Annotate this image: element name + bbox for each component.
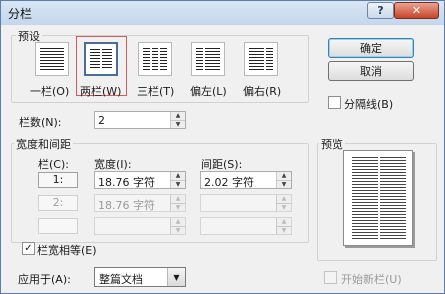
spacing-input-1[interactable]: 2.02 字符 ▲ ▼: [200, 171, 292, 189]
ok-button[interactable]: 确定: [328, 38, 414, 58]
apply-to-select[interactable]: 整篇文档 ▼: [94, 267, 186, 287]
column-number-1: 1:: [38, 172, 78, 188]
width-value-1: 18.76 字符: [98, 176, 155, 189]
preset-one-column[interactable]: [35, 42, 69, 76]
spin-up-icon: ▲: [276, 195, 291, 203]
preset-right[interactable]: [244, 42, 278, 76]
start-new-column-checkbox: [324, 271, 337, 284]
equal-width-label: 栏宽相等(E): [37, 244, 97, 257]
spin-up-icon[interactable]: ▲: [170, 112, 185, 120]
width-spacing-group-label: 宽度和间距: [14, 136, 73, 152]
width-input-2: 18.76 字符 ▲ ▼: [94, 194, 186, 212]
preset-left-label: 偏左(L): [190, 85, 227, 98]
spin-up-icon: ▲: [170, 218, 185, 226]
spin-down-icon: ▼: [170, 202, 185, 211]
spin-down-icon: ▼: [276, 225, 291, 234]
start-new-column-label: 开始新栏(U): [341, 273, 402, 286]
num-columns-value: 2: [98, 114, 105, 127]
spin-up-icon[interactable]: ▲: [276, 172, 291, 180]
spacing-input-3: ▲ ▼: [200, 217, 292, 235]
column-number-3: [38, 218, 78, 234]
spin-down-icon[interactable]: ▼: [276, 179, 291, 188]
spin-down-icon[interactable]: ▼: [170, 119, 185, 128]
dialog-title: 分栏: [8, 7, 33, 21]
separator-checkbox[interactable]: [328, 96, 341, 109]
preset-one-column-label: 一栏(O): [30, 85, 70, 98]
preview-page: [343, 150, 413, 246]
num-columns-label: 栏数(N):: [19, 116, 62, 129]
preset-left[interactable]: [191, 42, 225, 76]
preset-two-columns-label: 两栏(W): [80, 85, 122, 98]
width-value-2: 18.76 字符: [98, 199, 155, 212]
columns-dialog: 分栏 ? ✕ 预设 一栏(O) 两栏(W) 三栏(T) 偏左(L) 偏右(R) …: [0, 0, 445, 294]
separator-label: 分隔线(B): [344, 98, 394, 111]
check-icon: ✓: [24, 242, 33, 254]
preset-two-columns[interactable]: [84, 42, 118, 76]
column-number-2: 2:: [38, 195, 78, 211]
spacing-input-2: ▲ ▼: [200, 194, 292, 212]
spacing-value-1: 2.02 字符: [204, 176, 254, 189]
spin-up-icon: ▲: [276, 218, 291, 226]
apply-to-label: 应用于(A):: [18, 273, 71, 286]
preset-right-label: 偏右(R): [243, 85, 282, 98]
num-columns-spinner[interactable]: 2 ▲ ▼: [94, 111, 186, 129]
width-header: 宽度(I):: [94, 158, 132, 171]
equal-width-checkbox[interactable]: ✓: [22, 242, 35, 255]
spin-down-icon: ▼: [170, 225, 185, 234]
title-bar: 分栏 ? ✕: [1, 1, 444, 25]
spin-down-icon[interactable]: ▼: [170, 179, 185, 188]
spin-up-icon[interactable]: ▲: [170, 172, 185, 180]
spin-up-icon: ▲: [170, 195, 185, 203]
width-input-3: ▲ ▼: [94, 217, 186, 235]
preview-label: 预览: [319, 136, 345, 152]
help-button[interactable]: ?: [367, 2, 394, 19]
spacing-header: 间距(S):: [201, 158, 243, 171]
col-header: 栏(C):: [38, 158, 69, 171]
close-button[interactable]: ✕: [394, 2, 439, 19]
spin-down-icon: ▼: [276, 202, 291, 211]
cancel-button[interactable]: 取消: [328, 61, 414, 81]
preset-three-columns-label: 三栏(T): [137, 85, 175, 98]
preset-three-columns[interactable]: [138, 42, 172, 76]
apply-to-value: 整篇文档: [99, 273, 143, 286]
chevron-down-icon: ▼: [173, 272, 180, 282]
width-input-1[interactable]: 18.76 字符 ▲ ▼: [94, 171, 186, 189]
